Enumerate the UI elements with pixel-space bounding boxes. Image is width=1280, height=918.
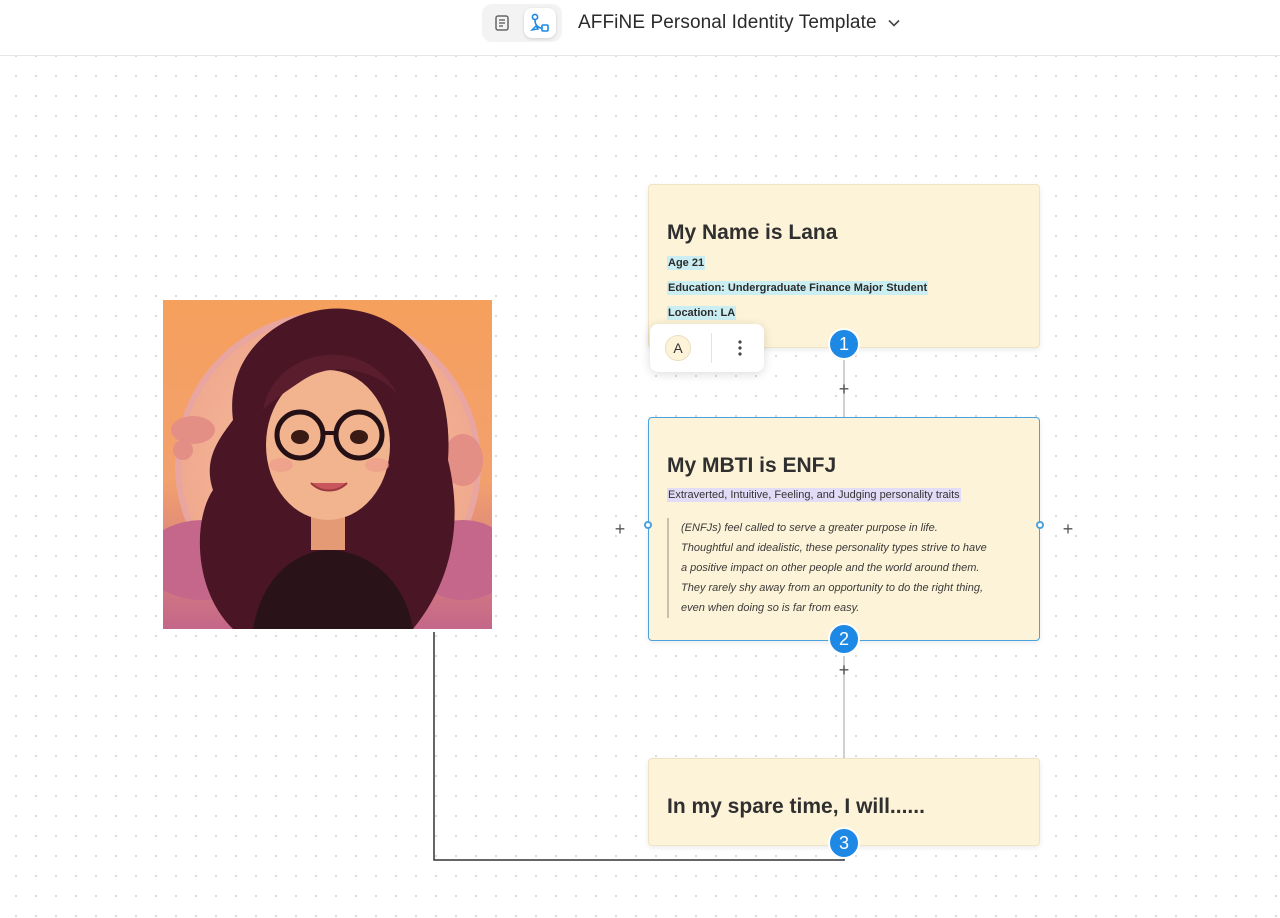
element-toolbar: A (650, 324, 764, 372)
edgeless-icon (529, 13, 549, 32)
page-icon (495, 15, 509, 31)
edgeless-mode-button[interactable] (524, 8, 556, 38)
quote-line: They rarely shy away from an opportunity… (681, 582, 984, 594)
add-node-bottom-button[interactable]: + (836, 661, 852, 679)
add-connected-node-button[interactable]: + (836, 380, 852, 398)
portrait-image[interactable] (163, 300, 492, 629)
add-node-right-button[interactable]: + (1060, 520, 1076, 538)
portrait-illustration (163, 300, 492, 629)
quote-line: Thoughtful and idealistic, these persona… (681, 542, 987, 554)
quote-line: (ENFJs) feel called to serve a greater p… (681, 522, 938, 534)
card-index-badge-1[interactable]: 1 (828, 328, 860, 360)
location-text: Location: LA (667, 306, 737, 320)
document-title[interactable]: AFFiNE Personal Identity Template (578, 10, 901, 36)
more-vertical-icon (738, 340, 742, 356)
toolbar-divider (711, 333, 712, 363)
name-card-heading: My Name is Lana (667, 221, 838, 244)
quote-line: a positive impact on other people and th… (681, 562, 980, 574)
education-text: Education: Undergraduate Finance Major S… (667, 281, 929, 295)
resize-handle-right[interactable] (1036, 521, 1044, 529)
spare-time-card-heading: In my spare time, I will...... (667, 795, 925, 818)
card-index-badge-3[interactable]: 3 (828, 827, 860, 859)
mode-switch (482, 4, 562, 42)
page-mode-button[interactable] (486, 8, 518, 38)
mbti-card-heading: My MBTI is ENFJ (667, 454, 837, 477)
mbti-quote: (ENFJs) feel called to serve a greater p… (667, 518, 1027, 618)
top-bar: AFFiNE Personal Identity Template (0, 0, 1280, 56)
chevron-down-icon[interactable] (887, 16, 901, 30)
more-button[interactable] (732, 336, 748, 360)
resize-handle-left[interactable] (644, 521, 652, 529)
mbti-card[interactable]: My MBTI is ENFJ Extraverted, Intuitive, … (648, 417, 1040, 641)
document-title-text: AFFiNE Personal Identity Template (578, 12, 877, 33)
quote-line: even when doing so is far from easy. (681, 602, 860, 614)
card-index-badge-2[interactable]: 2 (828, 623, 860, 655)
mbti-traits-text: Extraverted, Intuitive, Feeling, and Jud… (667, 488, 961, 502)
author-avatar[interactable]: A (665, 335, 691, 361)
age-text: Age 21 (667, 256, 706, 270)
add-node-left-button[interactable]: + (612, 520, 628, 538)
